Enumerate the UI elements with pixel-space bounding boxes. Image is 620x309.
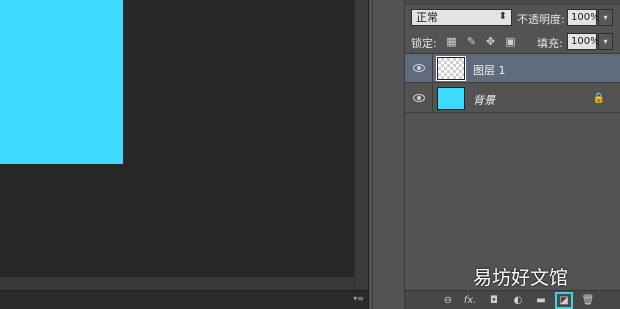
layer-name: 背景 [473, 94, 495, 107]
blend-opacity-row: 正常 ⬍ 不透明度: 100% ▾ [405, 6, 620, 28]
opacity-input[interactable]: 100% [567, 9, 600, 26]
lock-position-icon[interactable]: ✥ [484, 35, 497, 48]
watermark: 易坊好文馆 [473, 267, 569, 289]
layer-row-background[interactable]: 背景 🔒 [405, 84, 620, 113]
eye-icon [413, 94, 425, 102]
new-layer-icon[interactable]: ◪ [555, 292, 573, 309]
layer-thumbnail [437, 87, 465, 110]
vertical-scrollbar[interactable] [354, 0, 368, 290]
fx-icon[interactable]: fx. [463, 294, 477, 307]
status-bar: ▾≡ [0, 290, 368, 309]
blend-mode-value: 正常 [416, 11, 438, 24]
layers-list: 图层 1 背景 🔒 [405, 54, 620, 290]
fill-dropdown-icon[interactable]: ▾ [598, 33, 613, 50]
add-mask-icon[interactable]: ◘ [487, 294, 501, 307]
delete-layer-icon[interactable]: 🗑 [581, 294, 595, 307]
document-canvas[interactable] [0, 0, 123, 164]
layer-name: 图层 1 [473, 64, 506, 77]
layer-lock-icon: 🔒 [592, 93, 605, 104]
eye-icon [413, 64, 425, 72]
link-layers-icon[interactable]: ⊖ [441, 294, 455, 307]
lock-transparent-pixels-icon[interactable]: ▦ [445, 35, 458, 48]
layer-row-layer1[interactable]: 图层 1 [405, 54, 620, 83]
blend-mode-arrows-icon: ⬍ [498, 11, 507, 22]
opacity-dropdown-icon[interactable]: ▾ [598, 9, 613, 26]
lock-image-pixels-icon[interactable]: ✎ [465, 35, 478, 48]
blend-mode-select[interactable]: 正常 ⬍ [411, 9, 512, 26]
layer-thumbnail [436, 56, 466, 81]
lock-all-icon[interactable]: ▣ [504, 35, 517, 48]
new-group-icon[interactable]: ▬ [534, 294, 548, 307]
lock-fill-row: 锁定: ▦ ✎ ✥ ▣ 填充: 100% ▾ [405, 30, 620, 52]
fill-label: 填充: [537, 37, 563, 50]
layers-footer: ⊖ fx. ◘ ◐ ▬ ◪ 🗑 [405, 290, 620, 309]
canvas-area[interactable] [0, 0, 368, 309]
panel-header-strip [405, 0, 620, 5]
status-menu-arrow-icon[interactable]: ▾≡ [353, 294, 364, 303]
horizontal-scrollbar[interactable] [0, 277, 354, 290]
fill-input[interactable]: 100% [567, 33, 600, 50]
visibility-toggle[interactable] [405, 84, 433, 113]
panel-dock-gutter [368, 0, 404, 309]
adjustment-layer-icon[interactable]: ◐ [511, 294, 525, 307]
opacity-label: 不透明度: [517, 13, 565, 26]
lock-label: 锁定: [411, 37, 437, 50]
visibility-toggle[interactable] [405, 54, 433, 83]
gutter-divider [372, 0, 373, 309]
